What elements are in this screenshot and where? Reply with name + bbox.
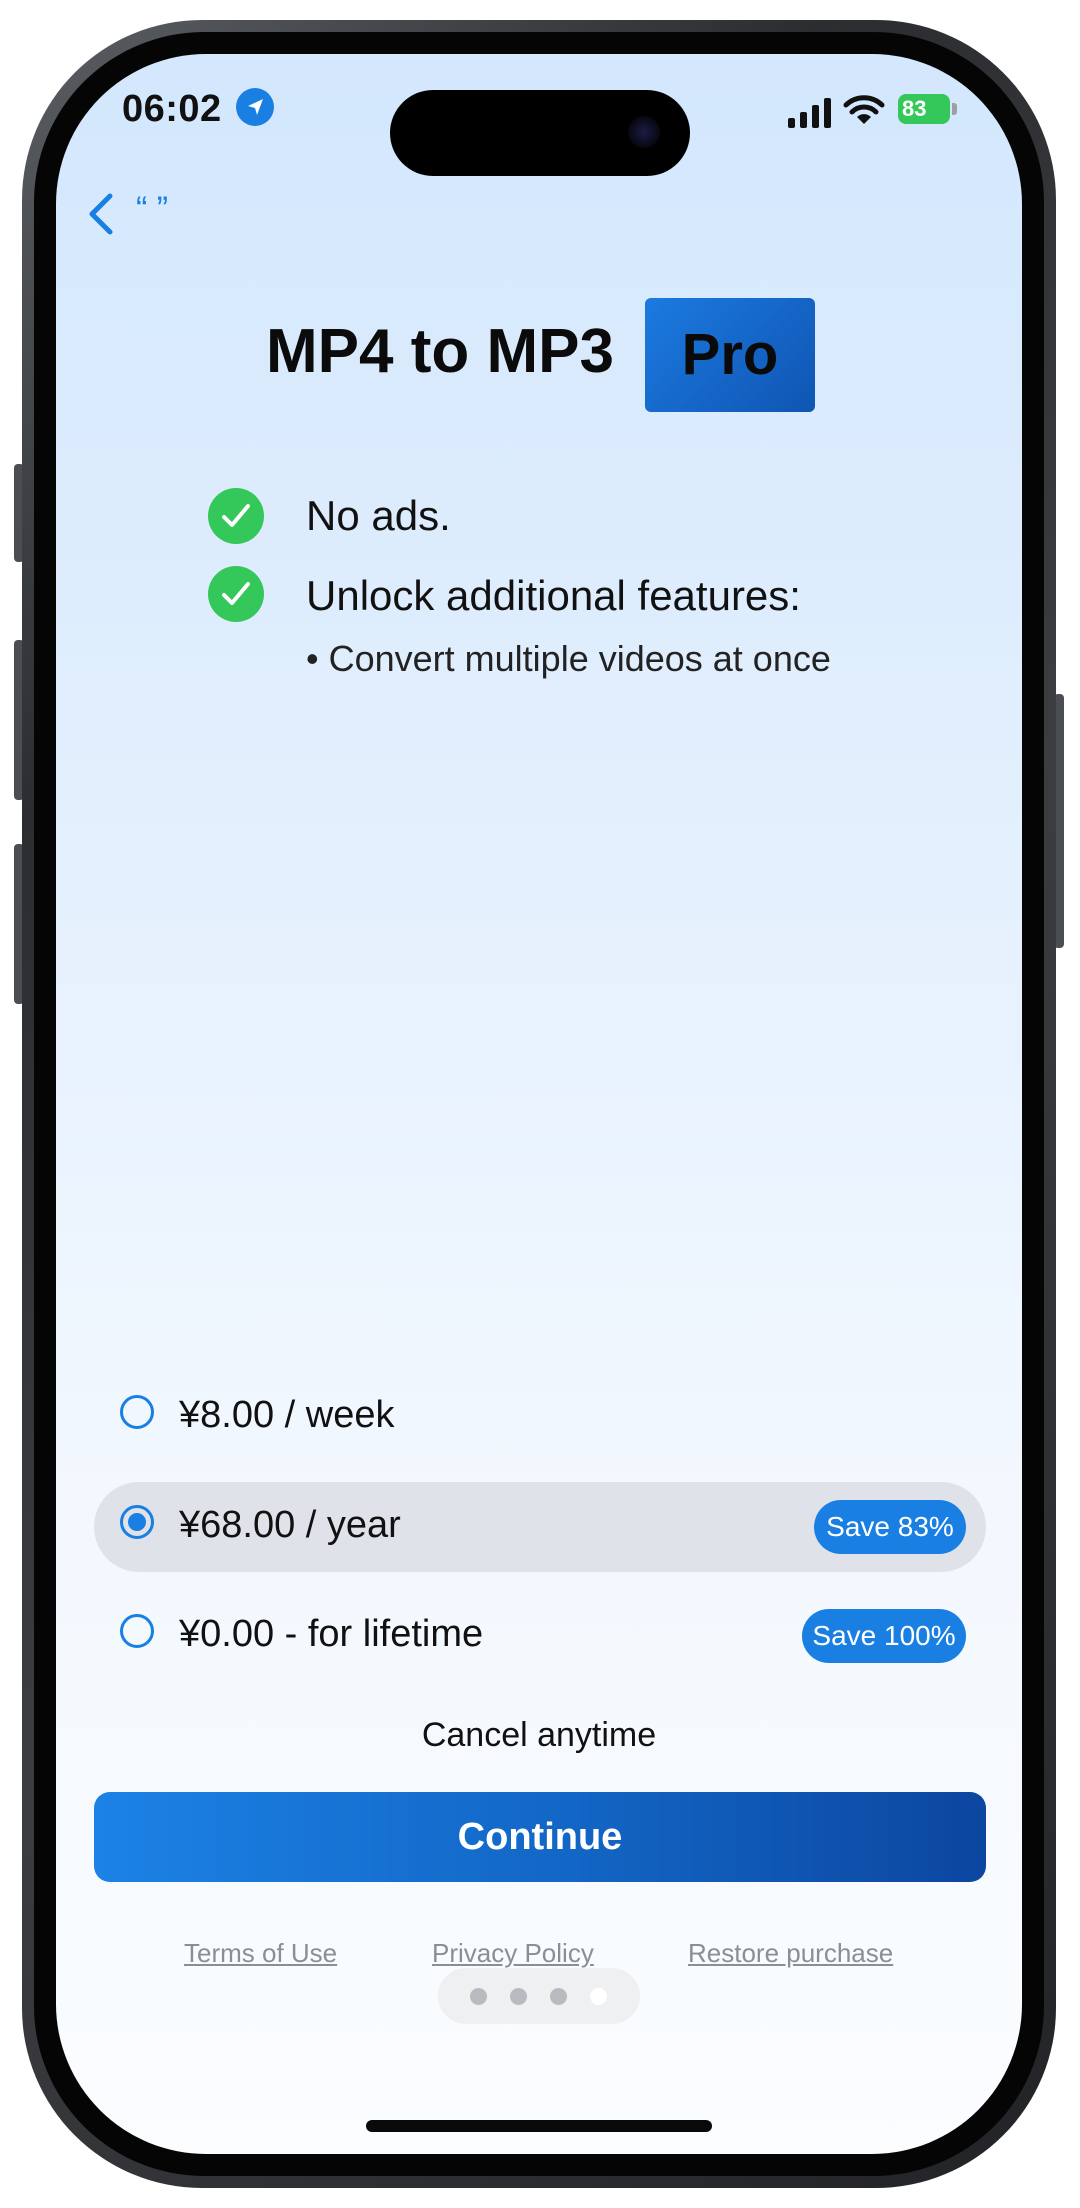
privacy-policy-link[interactable]: Privacy Policy — [432, 1938, 594, 1969]
page-title: MP4 to MP3 — [266, 317, 614, 386]
page-dot[interactable] — [550, 1988, 567, 2005]
cellular-signal-icon — [788, 98, 831, 128]
wifi-icon — [843, 95, 885, 124]
terms-of-use-link[interactable]: Terms of Use — [184, 1938, 337, 1969]
page-indicator[interactable] — [438, 1968, 640, 2024]
pro-badge: Pro — [645, 298, 815, 412]
back-button[interactable] — [80, 180, 190, 250]
checkmark-icon — [208, 566, 264, 622]
page-dot-active[interactable] — [590, 1988, 607, 2005]
status-time: 06:02 — [122, 88, 222, 130]
save-badge: Save 100% — [802, 1609, 966, 1663]
continue-button[interactable]: Continue — [94, 1792, 986, 1882]
plan-option-week[interactable]: ¥8.00 / week — [94, 1372, 986, 1462]
page-dot[interactable] — [470, 1988, 487, 2005]
plan-option-lifetime[interactable]: ¥0.00 - for lifetime Save 100% — [94, 1591, 986, 1681]
battery-tip — [952, 103, 957, 115]
screen: 06:02 83 “ ” MP4 to MP3 Pro No ads. Unlo… — [56, 54, 1022, 2154]
sub-feature-item: • Convert multiple videos at once — [306, 638, 831, 679]
save-badge: Save 83% — [814, 1500, 966, 1554]
home-indicator[interactable] — [366, 2120, 712, 2132]
front-camera — [628, 116, 660, 148]
page-dot[interactable] — [510, 1988, 527, 2005]
cancel-anytime-text: Cancel anytime — [421, 1716, 657, 1754]
radio-unselected-icon[interactable] — [120, 1614, 154, 1648]
checkmark-icon — [208, 488, 264, 544]
plan-label: ¥0.00 - for lifetime — [179, 1613, 484, 1655]
feature-unlock: Unlock additional features: — [306, 572, 801, 619]
feature-no-ads: No ads. — [306, 492, 451, 539]
plan-label: ¥8.00 / week — [179, 1394, 395, 1436]
battery-level: 83 — [902, 96, 927, 121]
back-label: “ ” — [136, 190, 169, 228]
radio-selected-icon[interactable] — [120, 1505, 154, 1539]
radio-unselected-icon[interactable] — [120, 1395, 154, 1429]
chevron-left-icon — [89, 193, 113, 235]
plan-label: ¥68.00 / year — [179, 1504, 401, 1546]
location-arrow-icon — [236, 88, 274, 126]
restore-purchase-link[interactable]: Restore purchase — [688, 1938, 893, 1969]
battery-icon: 83 — [898, 94, 950, 124]
plan-option-year[interactable]: ¥68.00 / year Save 83% — [94, 1482, 986, 1572]
